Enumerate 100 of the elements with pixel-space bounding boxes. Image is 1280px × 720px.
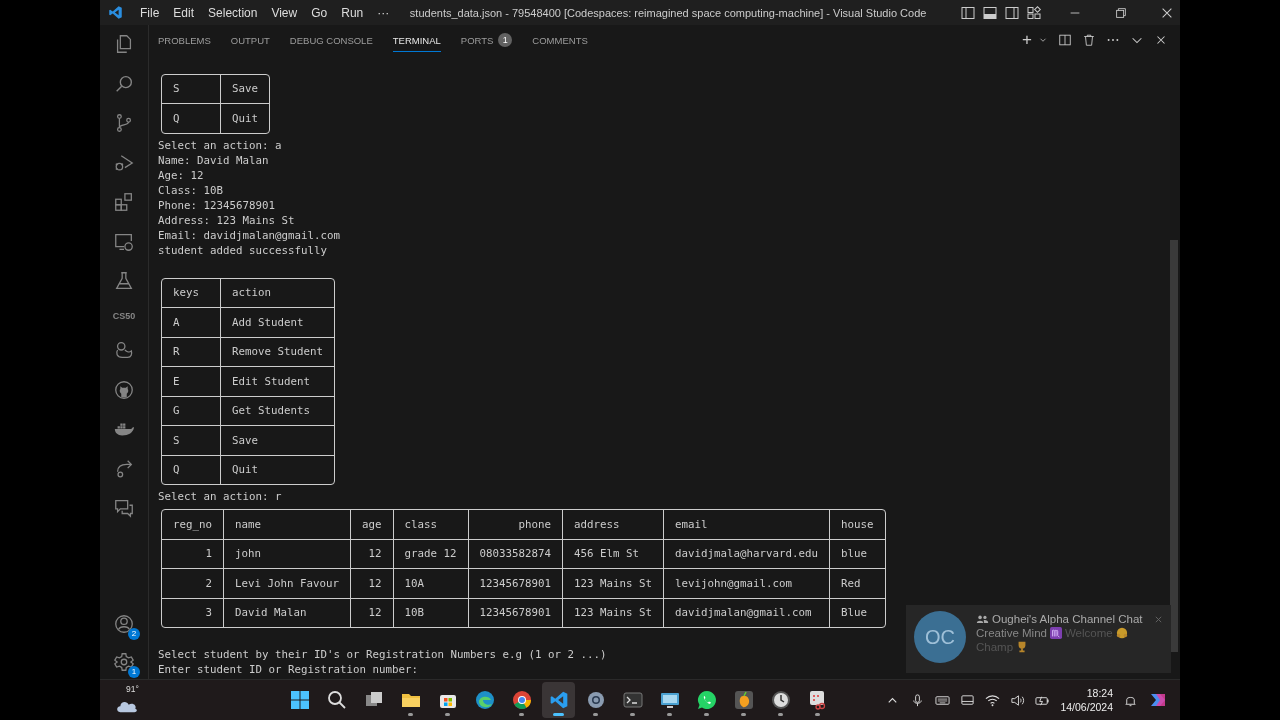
table-cell: Quit <box>220 103 269 133</box>
browser-circle-icon <box>511 690 532 710</box>
sidebar-toggle-icon[interactable] <box>960 4 976 21</box>
terminal-line: Enter student ID or Registration number: <box>157 662 418 677</box>
browser-swirl-icon <box>474 690 495 710</box>
cs50-label[interactable]: CS50 <box>112 309 136 322</box>
panel-tab[interactable]: DEBUG CONSOLE <box>289 28 373 52</box>
terminal-line: Select student by their ID's or Registration Numbers e.g (1 or 2 ...) <box>157 647 607 662</box>
panel-tab[interactable]: TERMINAL <box>392 28 441 52</box>
clock-date[interactable]: 14/06/2024 <box>1060 700 1113 714</box>
table-cell: 12 <box>350 539 394 569</box>
table-cell: A <box>162 307 221 337</box>
notification-badge: 2 <box>128 628 140 640</box>
scrollbar[interactable] <box>1170 240 1178 652</box>
terminal-line: Age: 12 <box>157 167 204 183</box>
column-header: phone <box>468 510 563 539</box>
terminal-line: Select an action: r <box>157 489 282 504</box>
taskbar-app[interactable] <box>542 682 575 718</box>
clock-time[interactable]: 18:24 <box>1086 686 1113 700</box>
table-cell: Levi John Favour <box>223 568 351 598</box>
panel-tab[interactable]: PROBLEMS <box>158 28 211 52</box>
menu-item[interactable]: File <box>133 5 167 20</box>
column-header: email <box>663 510 830 539</box>
notification-badge: 1 <box>128 666 140 678</box>
terminal-line: Phone: 12345678901 <box>157 197 275 213</box>
gear-icon <box>585 690 606 710</box>
monitor-icon <box>659 690 680 710</box>
table-cell: Q <box>162 103 221 133</box>
terminal-line: student added successfully <box>157 242 327 258</box>
table-cell: Blue <box>829 598 885 627</box>
column-header: class <box>393 510 469 539</box>
menu-item[interactable]: Run <box>334 5 371 20</box>
table-cell: levijohn@gmail.com <box>663 568 830 598</box>
trash-icon[interactable] <box>1082 33 1096 47</box>
restore-icon[interactable] <box>1114 5 1128 20</box>
flask-icon[interactable] <box>113 270 135 292</box>
table-cell: S <box>162 74 221 104</box>
panel-tab[interactable]: COMMENTS <box>532 28 588 52</box>
menu-item[interactable]: View <box>264 5 305 20</box>
column-header: action <box>220 278 334 308</box>
fruit-icon <box>733 690 754 710</box>
table-cell: G <box>162 396 221 426</box>
table-cell: S <box>162 425 221 455</box>
menu-item[interactable]: Selection <box>201 5 265 20</box>
chat-bubble-icon <box>696 690 717 710</box>
wifi-icon[interactable] <box>985 692 1001 708</box>
table-cell: Q <box>162 455 221 484</box>
new-terminal-button[interactable]: + <box>1022 32 1032 48</box>
terminal-line: Address: 123 Mains St <box>157 212 295 228</box>
people-icon <box>976 614 989 624</box>
menu-item[interactable]: Edit <box>166 5 202 20</box>
table-cell: grade 12 <box>393 539 469 569</box>
count-badge: 1 <box>498 33 513 47</box>
column-header: name <box>223 510 351 539</box>
table-cell: Save <box>220 74 269 104</box>
layout-icon[interactable] <box>1026 4 1042 21</box>
terminal-line: Class: 10B <box>157 182 223 198</box>
table-cell: 12345678901 <box>468 568 563 598</box>
table-cell: 123 Mains St <box>562 568 664 598</box>
table-cell: E <box>162 366 221 396</box>
table-cell: john <box>223 539 351 569</box>
column-header: keys <box>162 278 221 308</box>
terminal-icon <box>622 690 643 710</box>
table-cell: davidjmala@harvard.edu <box>663 539 830 569</box>
settings-icon[interactable] <box>113 651 135 673</box>
secondary-sidebar-icon[interactable] <box>1004 4 1020 21</box>
table-cell: 2 <box>162 568 224 598</box>
menu-item[interactable]: Go <box>304 5 335 20</box>
duck-icon[interactable] <box>113 339 135 361</box>
clock-icon <box>770 690 791 710</box>
snipping-tool-icon <box>807 690 828 710</box>
github-icon[interactable] <box>113 378 135 401</box>
extensions-icon[interactable] <box>113 191 135 213</box>
code-editor-icon <box>548 690 569 710</box>
vscode-logo-icon <box>108 5 123 20</box>
search-icon <box>326 690 347 710</box>
table-cell: Quit <box>220 455 334 484</box>
table-cell: 08033582874 <box>468 539 563 569</box>
column-header: reg_no <box>162 510 224 539</box>
display-icon[interactable] <box>960 692 976 708</box>
panel-toggle-icon[interactable] <box>982 4 998 21</box>
column-header: address <box>562 510 664 539</box>
temperature: 91° <box>126 683 139 694</box>
panel-tab[interactable]: PORTS 1 <box>460 27 513 53</box>
table-cell: 456 Elm St <box>562 539 664 569</box>
split-icon[interactable] <box>1058 33 1072 47</box>
sender-name: Creative Mind <box>976 627 1047 639</box>
terminal-line: Name: David Malan <box>157 152 269 168</box>
panel-tab[interactable]: OUTPUT <box>230 28 270 52</box>
table-cell: 10A <box>393 568 469 598</box>
terminal-line: Select an action: a <box>157 137 282 153</box>
volume-icon[interactable] <box>1010 692 1026 708</box>
avatar: OC <box>914 611 966 663</box>
chat-title: Oughei's Alpha Channel Chat <box>992 613 1143 625</box>
menu-item[interactable]: ··· <box>370 5 397 20</box>
column-header: age <box>350 510 394 539</box>
chat-icon[interactable] <box>113 497 135 519</box>
table-cell: 1 <box>162 539 224 569</box>
account-icon[interactable] <box>113 613 135 635</box>
window-title: students_data.json - 79548400 [Codespaces: reimagined space computing-machine] - Visual Studio Code <box>408 6 928 19</box>
